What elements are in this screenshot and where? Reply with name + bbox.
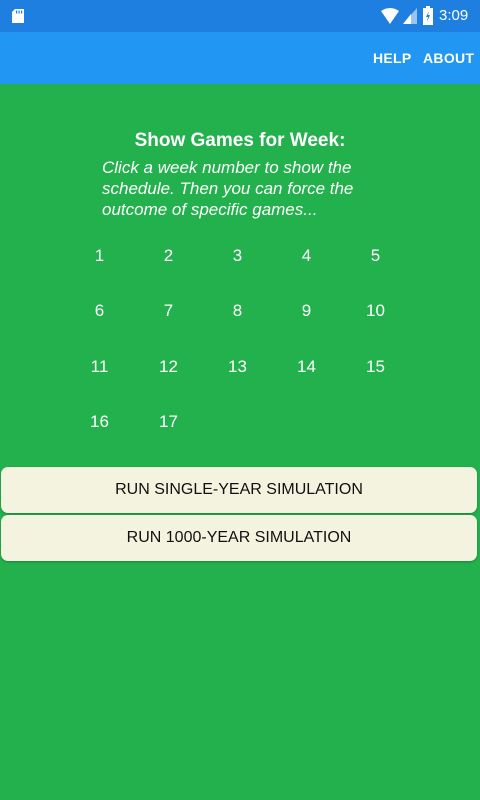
week-grid: 1 2 3 4 5 6 7 8 9 10 11 12 13 14 15 16 17 — [65, 228, 410, 450]
status-bar: 3:09 — [0, 0, 480, 32]
wifi-icon — [381, 8, 399, 24]
battery-charging-icon — [423, 6, 433, 25]
week-4-link[interactable]: 4 — [272, 228, 341, 284]
signal-icon — [403, 8, 417, 24]
week-3-link[interactable]: 3 — [203, 228, 272, 284]
week-6-link[interactable]: 6 — [65, 284, 134, 340]
week-14-link[interactable]: 14 — [272, 339, 341, 395]
about-action[interactable]: ABOUT — [423, 49, 474, 67]
week-8-link[interactable]: 8 — [203, 284, 272, 340]
run-single-year-button[interactable]: RUN SINGLE-YEAR SIMULATION — [1, 467, 477, 513]
instructions-text: Click a week number to show the schedule… — [102, 158, 354, 219]
help-action[interactable]: HELP — [373, 49, 412, 67]
status-clock: 3:09 — [439, 7, 469, 24]
week-1-link[interactable]: 1 — [65, 228, 134, 284]
week-7-link[interactable]: 7 — [134, 284, 203, 340]
week-15-link[interactable]: 15 — [341, 339, 410, 395]
week-12-link[interactable]: 12 — [134, 339, 203, 395]
week-11-link[interactable]: 11 — [65, 339, 134, 395]
week-10-link[interactable]: 10 — [341, 284, 410, 340]
app-bar: HELP ABOUT — [0, 32, 480, 84]
app-screen: 3:09 HELP ABOUT Show Games for Week: Cli… — [0, 0, 480, 800]
week-5-link[interactable]: 5 — [341, 228, 410, 284]
week-2-link[interactable]: 2 — [134, 228, 203, 284]
run-1000-year-button[interactable]: RUN 1000-YEAR SIMULATION — [1, 515, 477, 561]
week-17-link[interactable]: 17 — [134, 395, 203, 451]
week-13-link[interactable]: 13 — [203, 339, 272, 395]
week-16-link[interactable]: 16 — [65, 395, 134, 451]
sd-card-icon — [12, 9, 24, 23]
week-heading: Show Games for Week: — [134, 130, 346, 151]
week-9-link[interactable]: 9 — [272, 284, 341, 340]
